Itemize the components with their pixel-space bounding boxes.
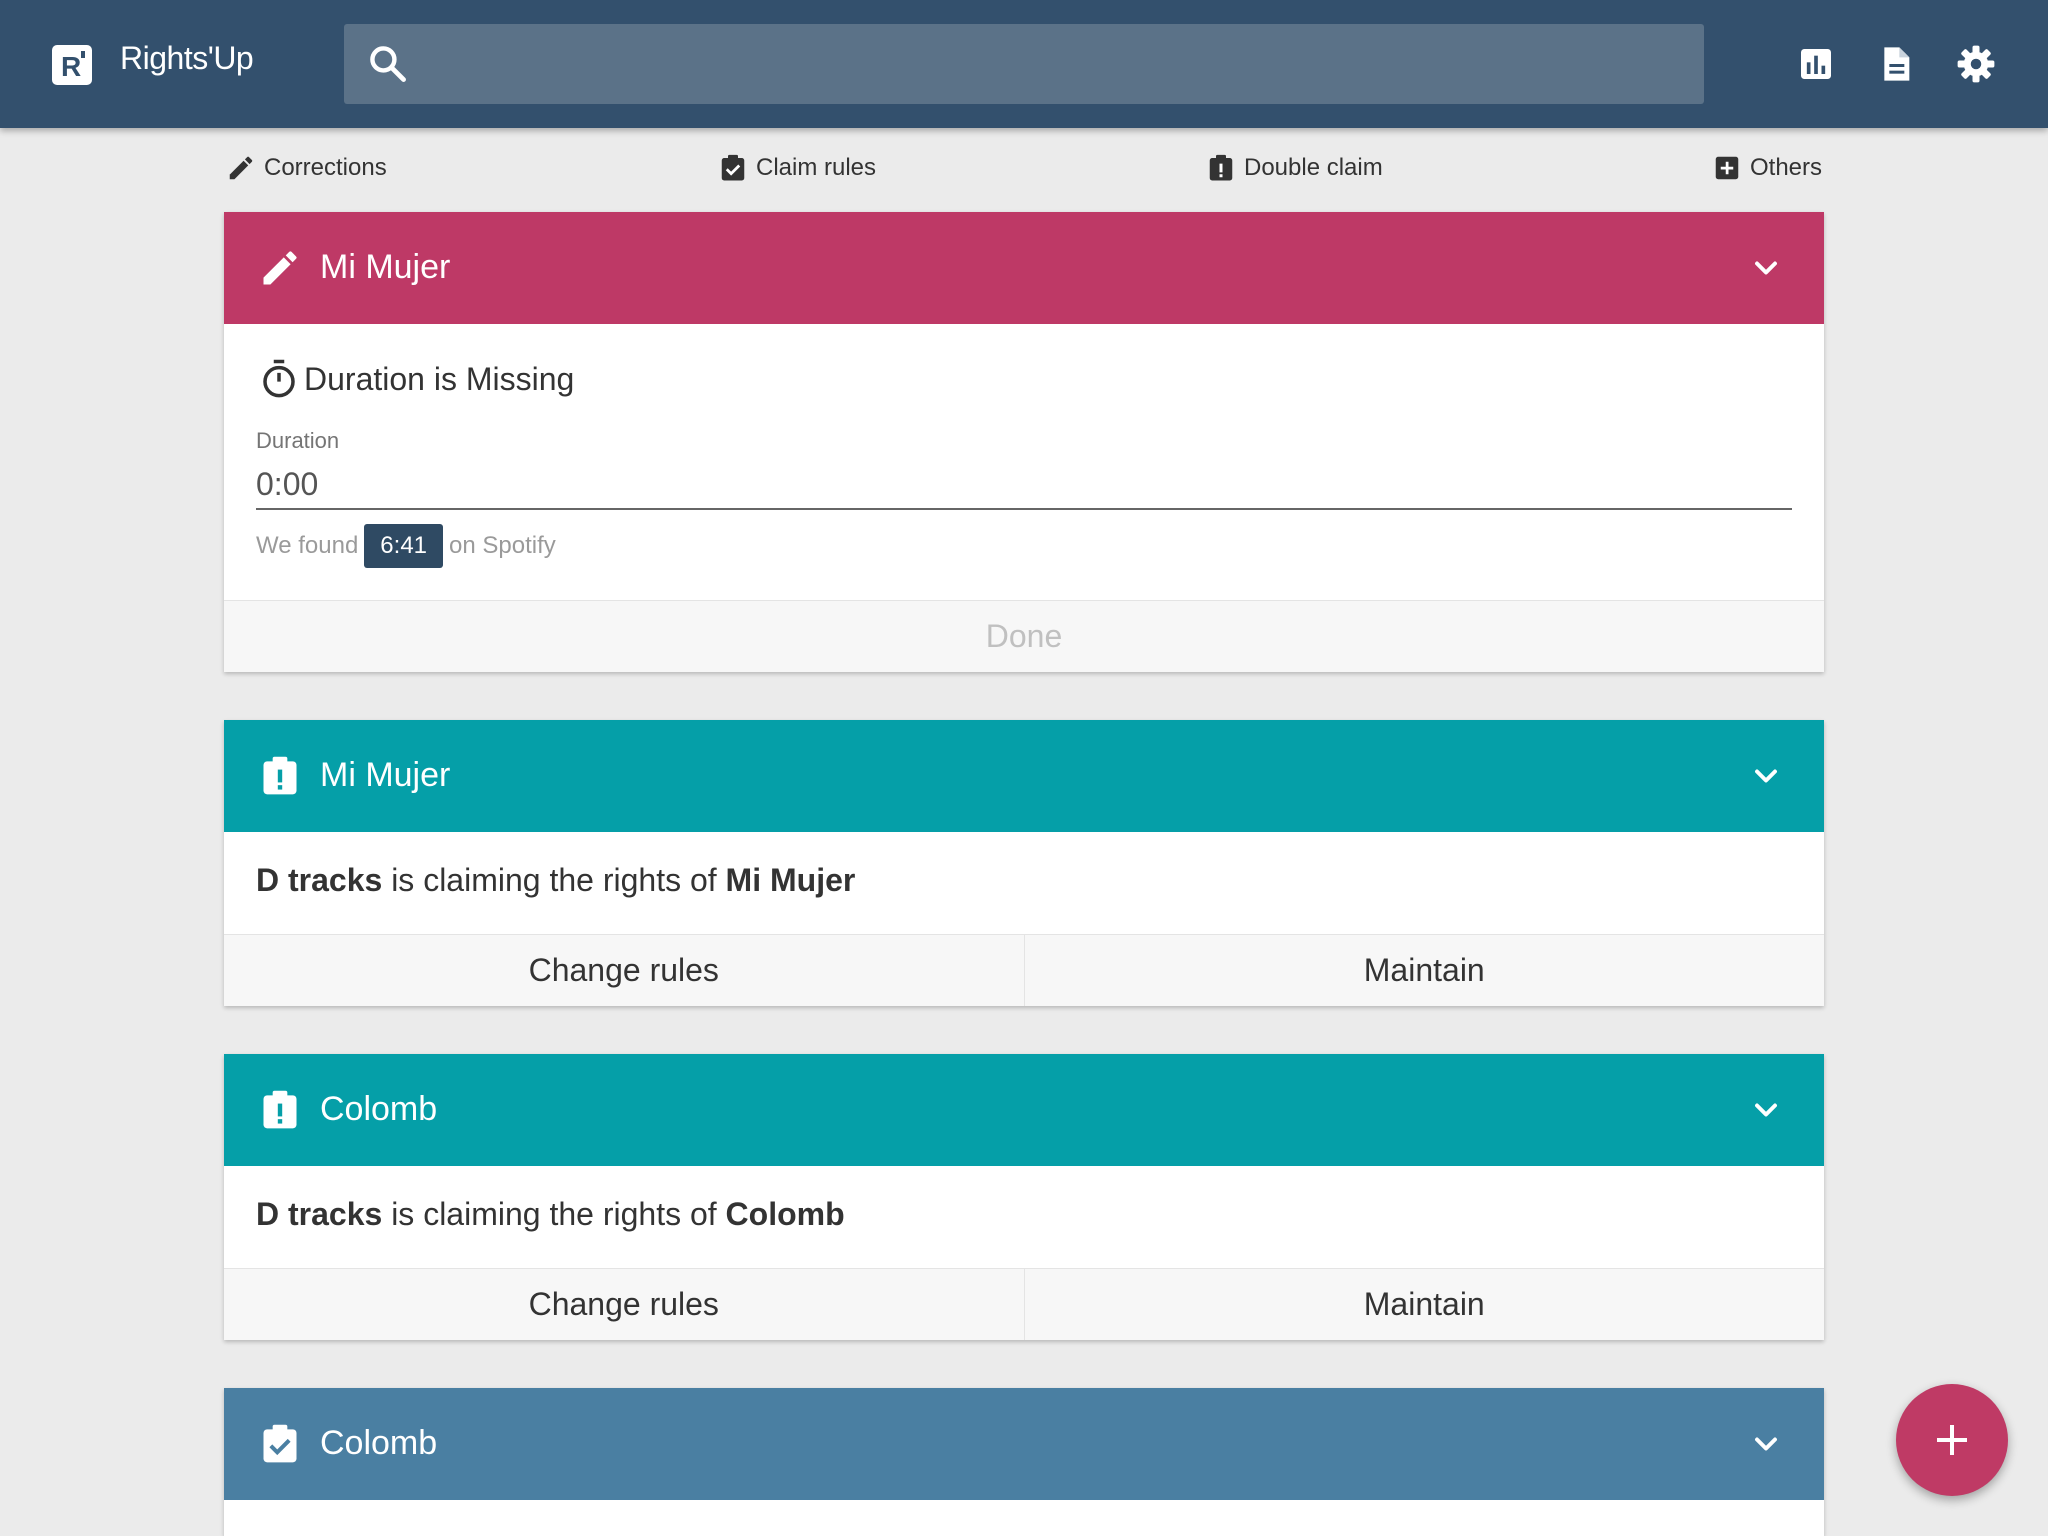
tab-others[interactable]: Others — [1712, 148, 1822, 188]
duration-input[interactable] — [256, 460, 1792, 510]
logo[interactable]: R — [52, 45, 92, 85]
chevron-down-icon[interactable] — [1748, 1426, 1784, 1462]
clipboard-alert-icon — [263, 1090, 297, 1129]
maintain-button[interactable]: Maintain — [1023, 935, 1825, 1006]
issue-text: Duration is Missing — [304, 360, 575, 397]
pencil-icon — [263, 251, 297, 285]
claim-middle: is claiming the rights of — [391, 862, 717, 898]
documents-button[interactable] — [1866, 34, 1926, 94]
bar-chart-icon — [1801, 49, 1831, 79]
tab-label: Double claim — [1244, 154, 1383, 181]
card-actions: Change rules Maintain — [224, 1268, 1824, 1340]
tab-claim-rules[interactable]: Claim rules — [718, 148, 876, 188]
suggestion-prefix: We found — [256, 532, 359, 559]
card-actions: Done — [224, 600, 1824, 672]
claim-sentence: D tracks is claiming the rights of Colom… — [256, 1196, 845, 1233]
claimant-name: D tracks — [256, 862, 383, 898]
double-claim-card: Colomb D tracks is claiming the rights o… — [224, 1054, 1824, 1340]
tab-label: Claim rules — [756, 154, 877, 181]
suggestion-suffix: on Spotify — [449, 532, 556, 559]
card-body: Duration is Missing Duration We found 6:… — [224, 324, 1824, 600]
duration-label: Duration — [256, 428, 340, 453]
tab-label: Others — [1750, 154, 1823, 181]
chevron-down-icon[interactable] — [1748, 1092, 1784, 1128]
card-header[interactable]: Colomb — [224, 1054, 1824, 1166]
card-title: Mi Mujer — [320, 248, 451, 286]
card-body: D tracks is claiming the rights of Mi Mu… — [224, 832, 1824, 934]
search-icon — [370, 46, 406, 82]
claim-middle: is claiming the rights of — [391, 1196, 717, 1232]
clipboard-alert-icon — [1209, 154, 1233, 181]
card-header[interactable]: Mi Mujer — [224, 720, 1824, 832]
document-icon — [1884, 47, 1910, 81]
issue-row: Duration is Missing — [258, 358, 574, 400]
card-title: Mi Mujer — [320, 756, 451, 794]
plus-icon — [1937, 1425, 1967, 1455]
maintain-button[interactable]: Maintain — [1023, 1269, 1825, 1340]
clipboard-check-icon — [263, 1424, 297, 1463]
card-header[interactable]: Mi Mujer — [224, 212, 1824, 324]
tab-label: Corrections — [264, 154, 387, 181]
svg-text:R: R — [61, 51, 81, 82]
suggested-duration-chip[interactable]: 6:41 — [364, 524, 444, 568]
plus-box-icon — [1715, 156, 1739, 180]
logo-icon: R — [61, 51, 85, 82]
suggestion-row: We found 6:41 on Spotify — [256, 524, 556, 568]
double-claim-card: Mi Mujer D tracks is claiming the rights… — [224, 720, 1824, 1006]
change-rules-button[interactable]: Change rules — [224, 935, 1024, 1006]
card-title: Colomb — [320, 1090, 438, 1128]
chevron-down-icon[interactable] — [1748, 250, 1784, 286]
stats-button[interactable] — [1786, 34, 1846, 94]
claim-sentence: D tracks is claiming the rights of Mi Mu… — [256, 862, 855, 899]
correction-card: Mi Mujer Duration is Missing Duration We… — [224, 212, 1824, 672]
card-body: D tracks is claiming the rights of Colom… — [224, 1166, 1824, 1268]
app-name: Rights'Up — [120, 40, 254, 76]
clipboard-check-icon — [721, 154, 745, 181]
claim-rule-card: Colomb — [224, 1388, 1824, 1536]
card-title: Colomb — [320, 1424, 438, 1462]
add-fab-button[interactable] — [1896, 1384, 2008, 1496]
clipboard-alert-icon — [263, 756, 297, 795]
settings-button[interactable] — [1946, 34, 2006, 94]
card-actions: Change rules Maintain — [224, 934, 1824, 1006]
gear-icon — [1957, 45, 1995, 83]
work-name: Colomb — [725, 1196, 845, 1232]
tab-double-claim[interactable]: Double claim — [1206, 148, 1383, 188]
search-input[interactable] — [424, 36, 1684, 92]
stopwatch-icon — [263, 359, 295, 398]
claimant-name: D tracks — [256, 1196, 383, 1232]
app-bar: R Rights'Up — [0, 0, 2048, 128]
tab-corrections[interactable]: Corrections — [226, 148, 387, 188]
change-rules-button[interactable]: Change rules — [224, 1269, 1024, 1340]
card-header[interactable]: Colomb — [224, 1388, 1824, 1500]
chevron-down-icon[interactable] — [1748, 758, 1784, 794]
done-button[interactable]: Done — [224, 601, 1824, 672]
search-bar[interactable] — [344, 24, 1704, 104]
pencil-icon — [229, 156, 253, 180]
work-name: Mi Mujer — [725, 862, 856, 898]
